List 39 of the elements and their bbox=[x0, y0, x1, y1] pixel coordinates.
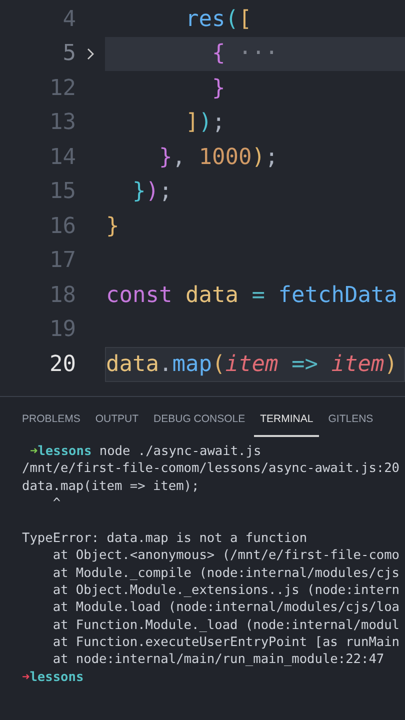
line-number: 18 bbox=[48, 282, 76, 308]
terminal-output-line: ^ bbox=[52, 494, 61, 512]
terminal-output-line: /mnt/e/first-file-comom/lessons/async-await.js:20 bbox=[22, 460, 400, 478]
code-line: ]); bbox=[184, 109, 226, 138]
line-number: 19 bbox=[48, 317, 76, 342]
terminal-output-line: data.map(item => item); bbox=[22, 478, 200, 495]
panel-tab[interactable]: DEBUG CONSOLE bbox=[148, 403, 252, 437]
line-number: 20 bbox=[48, 352, 76, 377]
line-number: 14 bbox=[48, 144, 76, 170]
panel-tab[interactable]: TERMINAL bbox=[254, 403, 320, 437]
terminal-output-line: at Object.Module._extensions..js (node:intern bbox=[52, 582, 400, 600]
line-number: 12 bbox=[48, 76, 76, 101]
terminal-output-line: at Object.<anonymous> (/mnt/e/first-file-como bbox=[52, 547, 400, 565]
panel-tab[interactable]: OUTPUT bbox=[89, 403, 145, 437]
code-line: const data = fetchData bbox=[105, 282, 398, 310]
panel-tab[interactable]: PROBLEMS bbox=[16, 403, 86, 437]
prompt-arrow: ➜ bbox=[22, 670, 30, 685]
prompt-text: lessons node ./async-await.js bbox=[38, 444, 262, 459]
terminal-output-line: at node:internal/main/run_main_module:22:47 bbox=[52, 651, 384, 669]
code-line: res([ bbox=[184, 6, 253, 34]
code-line: }); bbox=[131, 178, 174, 206]
terminal-output-line: at Module.load (node:internal/modules/cjs/loa bbox=[52, 599, 400, 617]
terminal-output-line: at Module._compile (node:internal/modules/cjs bbox=[52, 564, 400, 582]
chevron-icon[interactable] bbox=[87, 48, 94, 60]
terminal-output-line: at Function.executeUserEntryPoint [as runMain bbox=[52, 634, 400, 652]
terminal-output-line: TypeError: data.map is not a function bbox=[22, 530, 308, 548]
line-number: 4 bbox=[62, 6, 76, 32]
code-line: }, 1000); bbox=[158, 144, 280, 172]
code-line: } bbox=[105, 212, 120, 241]
line-number: 5 bbox=[62, 41, 76, 66]
prompt-arrow: ➜ bbox=[30, 444, 38, 459]
prompt-text: lessons bbox=[30, 670, 84, 685]
terminal-output-line: at Function.Module._load (node:internal/modul bbox=[52, 616, 400, 634]
line-number: 13 bbox=[48, 110, 76, 136]
code-line: } bbox=[210, 74, 226, 103]
line-number: 15 bbox=[48, 179, 76, 204]
panel-tab[interactable]: GITLENS bbox=[322, 403, 380, 437]
line-number: 17 bbox=[48, 248, 76, 274]
line-number: 16 bbox=[48, 214, 76, 239]
